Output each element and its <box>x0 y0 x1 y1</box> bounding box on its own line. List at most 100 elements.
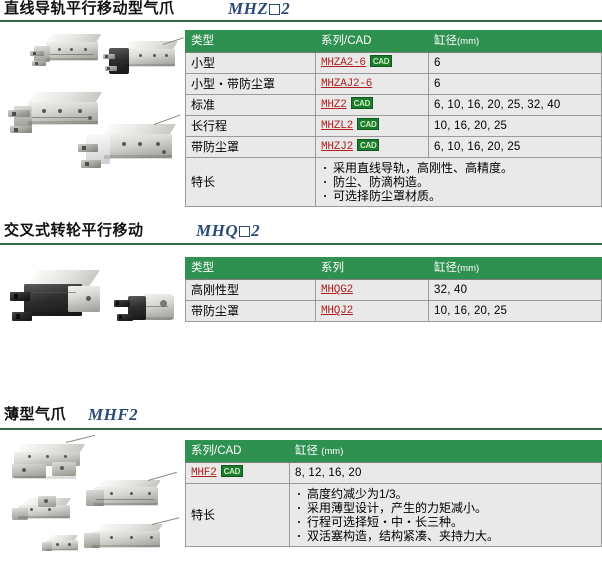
spec-table-mhq: 类型 系列 缸径(mm) 高刚性型 MHQG2 32, 40 带防尘罩 MHQJ… <box>185 257 602 322</box>
cell-bore: 6 <box>428 52 602 74</box>
section-model-mhf: MHF2 <box>88 405 138 425</box>
cell-bore: 6 <box>428 73 602 95</box>
col-header-type: 类型 <box>185 30 316 53</box>
product-image-mhqg2 <box>10 268 114 338</box>
model-prefix: MHZ <box>228 0 269 18</box>
table-row: 小型 MHZA2-6 CAD 6 <box>185 52 602 74</box>
col-header-type: 类型 <box>185 257 316 280</box>
model-box-placeholder-icon <box>239 226 251 237</box>
cell-bore: 32, 40 <box>428 279 602 301</box>
cell-features-label: 特长 <box>185 157 316 207</box>
series-link[interactable]: MHZL2 <box>321 120 353 132</box>
section-title-mhf: 薄型气爪 <box>4 406 67 423</box>
model-suffix: 2 <box>281 0 291 18</box>
product-image-mhf2-b <box>86 471 178 522</box>
product-photos-mhf <box>0 434 185 574</box>
cad-badge[interactable]: CAD <box>369 55 393 67</box>
cad-badge[interactable]: CAD <box>357 139 380 151</box>
product-image-mhf2-a <box>8 434 96 492</box>
table-row-features: 特长 采用直线导轨，高刚性、高精度。 防尘、防滴构造。 可选择防尘罩材质。 <box>185 157 602 207</box>
series-link[interactable]: MHQJ2 <box>321 305 353 317</box>
catalog-page: 直线导轨平行移动型气爪 MHZ 2 类型 系列/CAD 缸径(mm) 小型 MH… <box>0 0 602 577</box>
product-photos-mhz <box>0 26 185 194</box>
section-model-mhq: MHQ 2 <box>196 221 260 241</box>
cell-series: MHQJ2 <box>315 300 429 322</box>
cad-badge[interactable]: CAD <box>220 465 244 477</box>
product-image-mhf2-c <box>8 496 84 538</box>
section-rule-mhf <box>0 428 602 430</box>
section-header-mhf: 薄型气爪 MHF2 <box>0 405 602 430</box>
table-row: 带防尘罩 MHQJ2 10, 16, 20, 25 <box>185 300 602 322</box>
cell-series: MHF2 CAD <box>185 462 290 484</box>
model-prefix: MHF2 <box>88 405 139 424</box>
cell-type: 高刚性型 <box>185 279 316 301</box>
series-link[interactable]: MHF2 <box>191 467 217 479</box>
cell-series: MHZL2 CAD <box>315 115 429 137</box>
feature-item: 采用直线导轨，高刚性、高精度。 <box>322 161 596 175</box>
series-link[interactable]: MHQG2 <box>321 284 353 296</box>
table-row: 高刚性型 MHQG2 32, 40 <box>185 279 602 301</box>
cell-features-label: 特长 <box>185 483 290 547</box>
feature-item: 高度约减少为1/3。 <box>296 487 596 501</box>
table-header-row: 系列/CAD 缸径 (mm) <box>185 440 602 463</box>
cell-type: 带防尘罩 <box>185 136 316 158</box>
series-link[interactable]: MHZ2 <box>321 99 347 111</box>
cell-bore: 10, 16, 20, 25 <box>428 300 602 322</box>
col-header-series: 系列 <box>315 257 429 280</box>
cell-series: MHQG2 <box>315 279 429 301</box>
table-row: 小型・带防尘罩 MHZAJ2-6 6 <box>185 73 602 95</box>
cell-bore: 6, 10, 16, 20, 25, 32, 40 <box>428 94 602 116</box>
feature-item: 采用薄型设计，产生的力矩减小。 <box>296 501 596 515</box>
col-header-bore: 缸径 (mm) <box>289 440 602 463</box>
cell-series: MHZAJ2-6 <box>315 73 429 95</box>
cell-type: 标准 <box>185 94 316 116</box>
section-title-mhq: 交叉式转轮平行移动 <box>4 222 144 239</box>
section-model-mhz: MHZ 2 <box>228 0 290 19</box>
col-header-series-cad: 系列/CAD <box>185 440 290 463</box>
col-header-series-cad: 系列/CAD <box>315 30 429 53</box>
cell-series: MHZJ2 CAD <box>315 136 429 158</box>
feature-item: 行程可选择短・中・长三种。 <box>296 515 596 529</box>
table-header-row: 类型 系列 缸径(mm) <box>185 257 602 280</box>
features-list: 高度约减少为1/3。 采用薄型设计，产生的力矩减小。 行程可选择短・中・长三种。… <box>296 487 596 543</box>
cell-series: MHZ2 CAD <box>315 94 429 116</box>
features-list: 采用直线导轨，高刚性、高精度。 防尘、防滴构造。 可选择防尘罩材质。 <box>322 161 596 203</box>
cad-badge[interactable]: CAD <box>357 118 380 130</box>
table-row: MHF2 CAD 8, 12, 16, 20 <box>185 462 602 484</box>
feature-item: 可选择防尘罩材质。 <box>322 189 596 203</box>
table-row: 长行程 MHZL2 CAD 10, 16, 20, 25 <box>185 115 602 137</box>
feature-item: 防尘、防滴构造。 <box>322 175 596 189</box>
table-header-row: 类型 系列/CAD 缸径(mm) <box>185 30 602 53</box>
product-image-mhzj2-black <box>103 37 185 92</box>
cell-features: 采用直线导轨，高刚性、高精度。 防尘、防滴构造。 可选择防尘罩材质。 <box>315 157 602 207</box>
product-image-mhf2-d <box>42 534 86 560</box>
spec-table-mhz: 类型 系列/CAD 缸径(mm) 小型 MHZA2-6 CAD 6 小型・带防尘罩… <box>185 30 602 207</box>
cell-bore: 8, 12, 16, 20 <box>289 462 602 484</box>
cad-badge[interactable]: CAD <box>350 97 374 109</box>
table-row-features: 特长 高度约减少为1/3。 采用薄型设计，产生的力矩减小。 行程可选择短・中・长… <box>185 483 602 547</box>
model-suffix: 2 <box>251 221 261 240</box>
table-row: 标准 MHZ2 CAD 6, 10, 16, 20, 25, 32, 40 <box>185 94 602 116</box>
cell-bore: 10, 16, 20, 25 <box>428 115 602 137</box>
product-image-mhf2-e <box>84 517 180 566</box>
cell-series: MHZA2-6 CAD <box>315 52 429 74</box>
product-photos-mhq <box>0 252 185 352</box>
section-rule-mhq <box>0 243 602 245</box>
series-link[interactable]: MHZJ2 <box>321 141 353 153</box>
product-image-mhza2 <box>30 32 102 80</box>
feature-item: 双活塞构造，结构紧凑、夹持力大。 <box>296 529 596 543</box>
series-link[interactable]: MHZA2-6 <box>321 57 366 69</box>
cell-bore: 6, 10, 16, 20, 25 <box>428 136 602 158</box>
model-prefix: MHQ <box>196 221 239 240</box>
cell-type: 带防尘罩 <box>185 300 316 322</box>
cell-type: 小型・带防尘罩 <box>185 73 316 95</box>
section-rule-mhz <box>0 20 602 22</box>
model-box-placeholder-icon <box>269 4 281 15</box>
product-image-mhqj2 <box>114 288 182 336</box>
cell-features: 高度约减少为1/3。 采用薄型设计，产生的力矩减小。 行程可选择短・中・长三种。… <box>289 483 602 547</box>
spec-table-mhf: 系列/CAD 缸径 (mm) MHF2 CAD 8, 12, 16, 20 特长 … <box>185 440 602 547</box>
series-link[interactable]: MHZAJ2-6 <box>321 78 372 90</box>
table-row: 带防尘罩 MHZJ2 CAD 6, 10, 16, 20, 25 <box>185 136 602 158</box>
product-image-mhz2-white <box>78 114 182 188</box>
cell-type: 小型 <box>185 52 316 74</box>
